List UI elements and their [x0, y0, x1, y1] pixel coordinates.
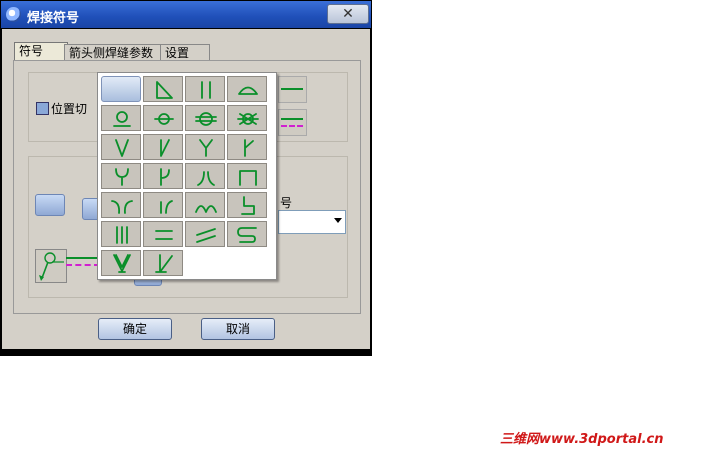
symbol-cell-bevel-groove[interactable]: [143, 134, 183, 160]
symbol-cell-parallel[interactable]: [143, 221, 183, 247]
cancel-button[interactable]: 取消: [201, 318, 275, 340]
j-groove-icon: [160, 168, 170, 186]
symbol-cell-j-bevel[interactable]: [227, 134, 267, 160]
arrow-symbol-button[interactable]: [35, 249, 67, 283]
fold-icon: [237, 227, 257, 243]
line-type-button[interactable]: [278, 76, 307, 103]
symbol-cell-spot[interactable]: [143, 105, 183, 131]
symbol-cell-square-groove[interactable]: [185, 76, 225, 102]
title-bar: 焊接符号 ✕: [1, 1, 371, 28]
symbol-cell-u-groove[interactable]: [101, 163, 141, 189]
partial-label: 号: [280, 196, 293, 210]
flare-bevel-icon: [160, 200, 173, 214]
symbol-cell-bevel-root[interactable]: [143, 250, 183, 276]
symbol-cell-stud[interactable]: [227, 105, 267, 131]
flare-both-icon: [111, 200, 133, 214]
symbol-cell-edge[interactable]: [227, 192, 267, 218]
symbol-cell-inclined[interactable]: [185, 221, 225, 247]
bevel-groove-icon: [160, 139, 170, 157]
symbol-cell-flare-bevel[interactable]: [143, 192, 183, 218]
watermark: 三维网www.3dportal.cn: [500, 432, 664, 447]
symbol-cell-arc-top[interactable]: [227, 76, 267, 102]
chevron-down-icon: [334, 218, 342, 223]
ok-button[interactable]: 确定: [98, 318, 172, 340]
symbol-cell-flange[interactable]: [227, 163, 267, 189]
reference-lines: [66, 257, 100, 267]
parallel-icon: [155, 230, 173, 240]
dashed-reference-line: [66, 264, 100, 266]
symbol-cell-triple-line[interactable]: [101, 221, 141, 247]
symbol-cell-blank[interactable]: [101, 76, 141, 102]
close-icon: ✕: [342, 6, 354, 22]
symbol-cell-y-groove[interactable]: [185, 134, 225, 160]
square-groove-icon: [201, 81, 211, 99]
j-bevel-icon: [244, 139, 254, 157]
solid-line-icon: [281, 118, 303, 120]
flare-v-icon: [197, 171, 215, 186]
position-checkbox-label: 位置切: [51, 102, 88, 116]
y-groove-icon: [199, 139, 213, 157]
spot-icon: [154, 113, 174, 125]
weld-arrow-icon: [39, 252, 64, 281]
symbol-cell-fold[interactable]: [227, 221, 267, 247]
symbol-cell-fillet[interactable]: [143, 76, 183, 102]
double-v-root-icon: [113, 254, 131, 273]
symbol-cell-j-groove[interactable]: [143, 163, 183, 189]
app-icon: [6, 7, 21, 22]
arc-icon: [238, 86, 258, 95]
triple-line-icon: [116, 226, 128, 244]
symbol-cell-flare-v[interactable]: [185, 163, 225, 189]
flange-icon: [239, 170, 257, 186]
tab-symbol[interactable]: 符号: [14, 42, 68, 62]
u-groove-icon: [115, 168, 129, 186]
fillet-icon: [156, 81, 173, 99]
edge-icon: [241, 196, 255, 215]
symbol-picker-popup: [97, 72, 277, 280]
symbol-dropdown[interactable]: [278, 210, 346, 234]
position-checkbox[interactable]: [36, 102, 49, 115]
window-title: 焊接符号: [27, 11, 80, 26]
symbol-cell-v-groove[interactable]: [101, 134, 141, 160]
symbol-cell-plug[interactable]: [101, 105, 141, 131]
top-symbol-button[interactable]: [35, 194, 65, 216]
v-groove-icon: [115, 139, 129, 157]
surfacing-icon: [195, 205, 217, 213]
dash-line-button[interactable]: [278, 109, 307, 136]
seam-icon: [195, 112, 217, 126]
stud-icon: [237, 113, 259, 125]
symbol-cell-flare-both[interactable]: [101, 192, 141, 218]
symbol-cell-double-v-root[interactable]: [101, 250, 141, 276]
solid-reference-line: [66, 257, 100, 259]
close-button[interactable]: ✕: [327, 4, 369, 24]
bevel-root-icon: [155, 254, 173, 273]
symbol-cell-seam[interactable]: [185, 105, 225, 131]
inclined-icon: [196, 228, 216, 243]
symbol-cell-surfacing[interactable]: [185, 192, 225, 218]
plug-icon: [113, 111, 131, 127]
dashed-line-icon: [281, 125, 303, 127]
